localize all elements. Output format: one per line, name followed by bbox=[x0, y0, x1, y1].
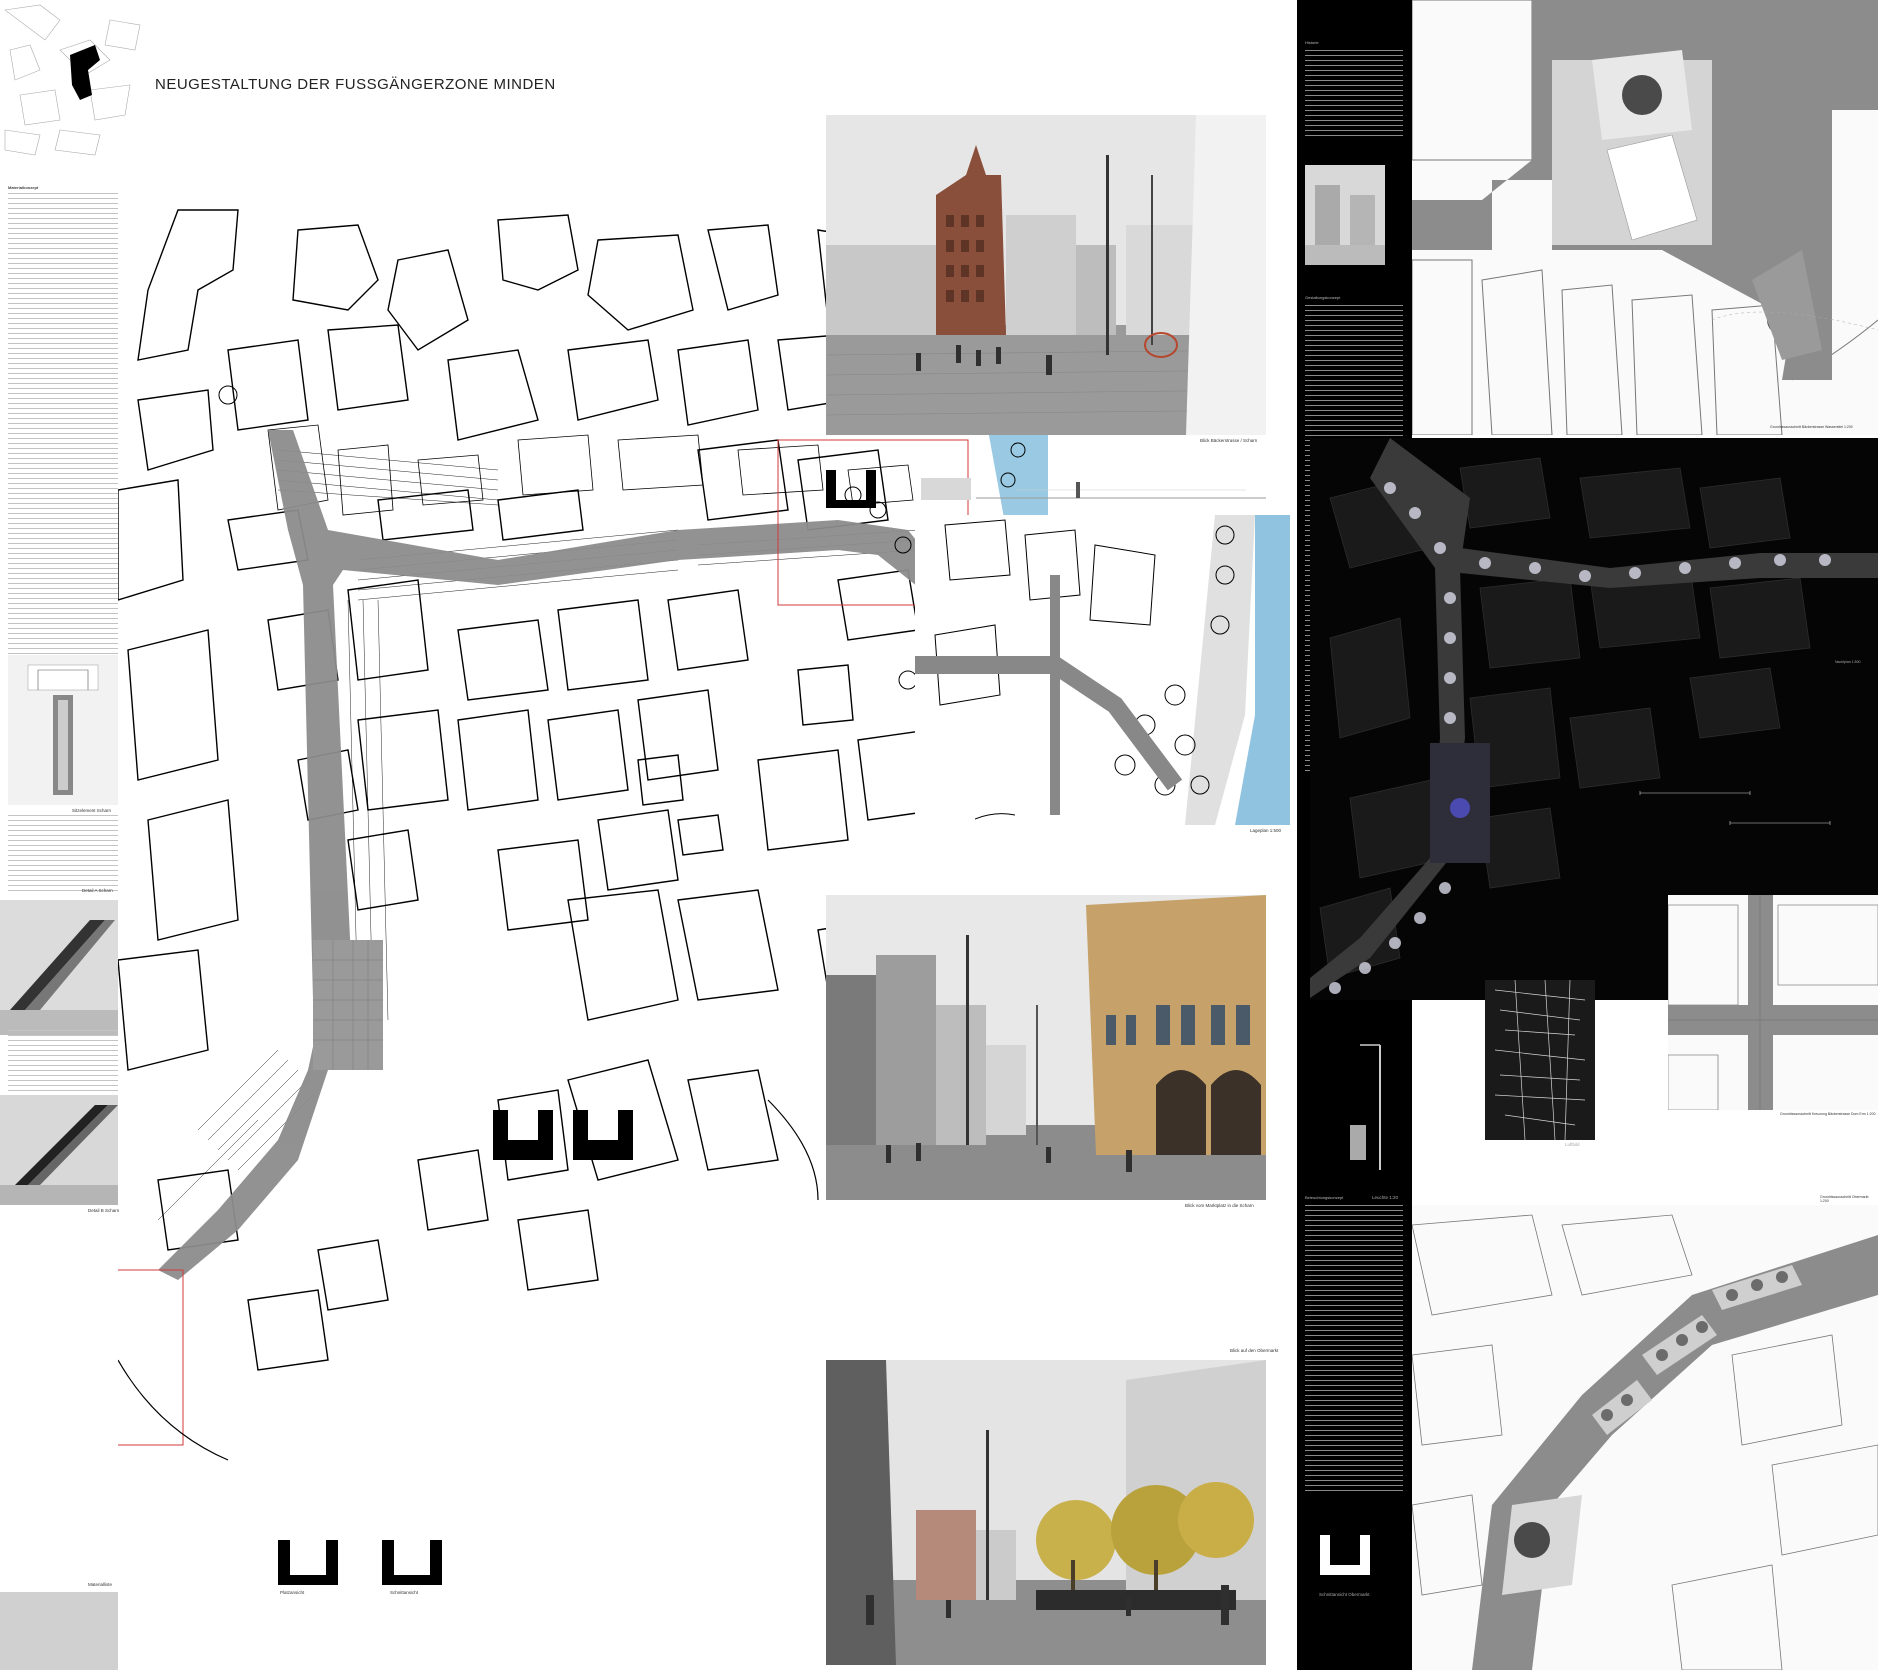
caption-detail-b: Detail B Scharn bbox=[88, 1208, 120, 1213]
lamp-detail bbox=[1330, 1040, 1390, 1180]
left-text-column: Materialkonzept bbox=[8, 185, 118, 675]
text-heading-materialkonzept: Materialkonzept bbox=[8, 185, 39, 190]
caption-section-b: Schnittansicht bbox=[390, 1590, 419, 1595]
text-block-1 bbox=[8, 193, 118, 663]
caption-small-section: Schnittansicht Obermarkt bbox=[1319, 1592, 1370, 1597]
caption-section-left: Sitzelement Scharn bbox=[72, 808, 112, 813]
caption-section-a: Platzansicht bbox=[280, 1590, 305, 1595]
caption-lamp: Leuchte 1:20 bbox=[1372, 1195, 1399, 1200]
caption-right-mid: Grundrissausschnitt Kreuzung Bäckerstras… bbox=[1780, 1112, 1876, 1116]
dark-section-icon bbox=[1320, 1535, 1370, 1585]
render-middle bbox=[826, 895, 1266, 1200]
caption-lageplan: Lageplan 1:500 bbox=[1250, 828, 1282, 833]
plan-edge bbox=[974, 808, 1016, 820]
dark-heading-gestaltung: Gestaltungskonzept bbox=[1305, 295, 1341, 300]
dark-text-block-3 bbox=[1305, 1205, 1403, 1495]
historic-photo bbox=[1305, 165, 1385, 265]
caption-left-bottom: Materialliste bbox=[88, 1582, 113, 1587]
caption-render-top: Blick Bäckerstrasse / Scharn bbox=[1200, 438, 1258, 443]
caption-night: Nachtplan 1:500 bbox=[1835, 660, 1861, 664]
lageplan-detail bbox=[915, 515, 1290, 825]
render-top bbox=[826, 115, 1266, 435]
left-detail-a bbox=[0, 900, 118, 1035]
left-detail-b bbox=[0, 1095, 118, 1205]
left-text-block-2 bbox=[8, 1030, 118, 1100]
caption-render-bottom: Blick auf den Obermarkt bbox=[1230, 1348, 1279, 1353]
plan-detail-mid bbox=[1667, 895, 1878, 1111]
square-obermarkt bbox=[313, 940, 383, 1070]
plan-detail-bottom bbox=[1411, 1205, 1878, 1671]
left-bottom-material bbox=[0, 1592, 118, 1670]
elevation-strip bbox=[826, 460, 1266, 510]
dark-heading-historie: Historie bbox=[1305, 40, 1319, 45]
caption-detail-a: Detail A Scharn bbox=[82, 888, 113, 893]
render-bottom bbox=[826, 1360, 1266, 1665]
plan-detail-top bbox=[1411, 0, 1878, 436]
dark-text-block-1 bbox=[1305, 50, 1403, 140]
text-heading-lichtplan bbox=[8, 815, 118, 895]
aerial-photo bbox=[1485, 979, 1595, 1141]
caption-right-top: Grundrissausschnitt Bäckerstrasse Wasser… bbox=[1770, 425, 1853, 429]
dark-heading-beleuchtung: Beleuchtungskonzept bbox=[1305, 1195, 1344, 1200]
caption-right-bottom: Grundrissausschnitt Obermarkt 1:200 bbox=[1820, 1195, 1869, 1203]
caption-aerial: Luftbild bbox=[1565, 1142, 1580, 1147]
page-title: NEUGESTALTUNG DER FUSSGÄNGERZONE MINDEN bbox=[155, 76, 556, 93]
locator-map bbox=[0, 0, 150, 160]
caption-render-middle: Blick vom Marktplatz in die Scharn bbox=[1185, 1203, 1254, 1208]
left-detail-1 bbox=[8, 655, 118, 805]
